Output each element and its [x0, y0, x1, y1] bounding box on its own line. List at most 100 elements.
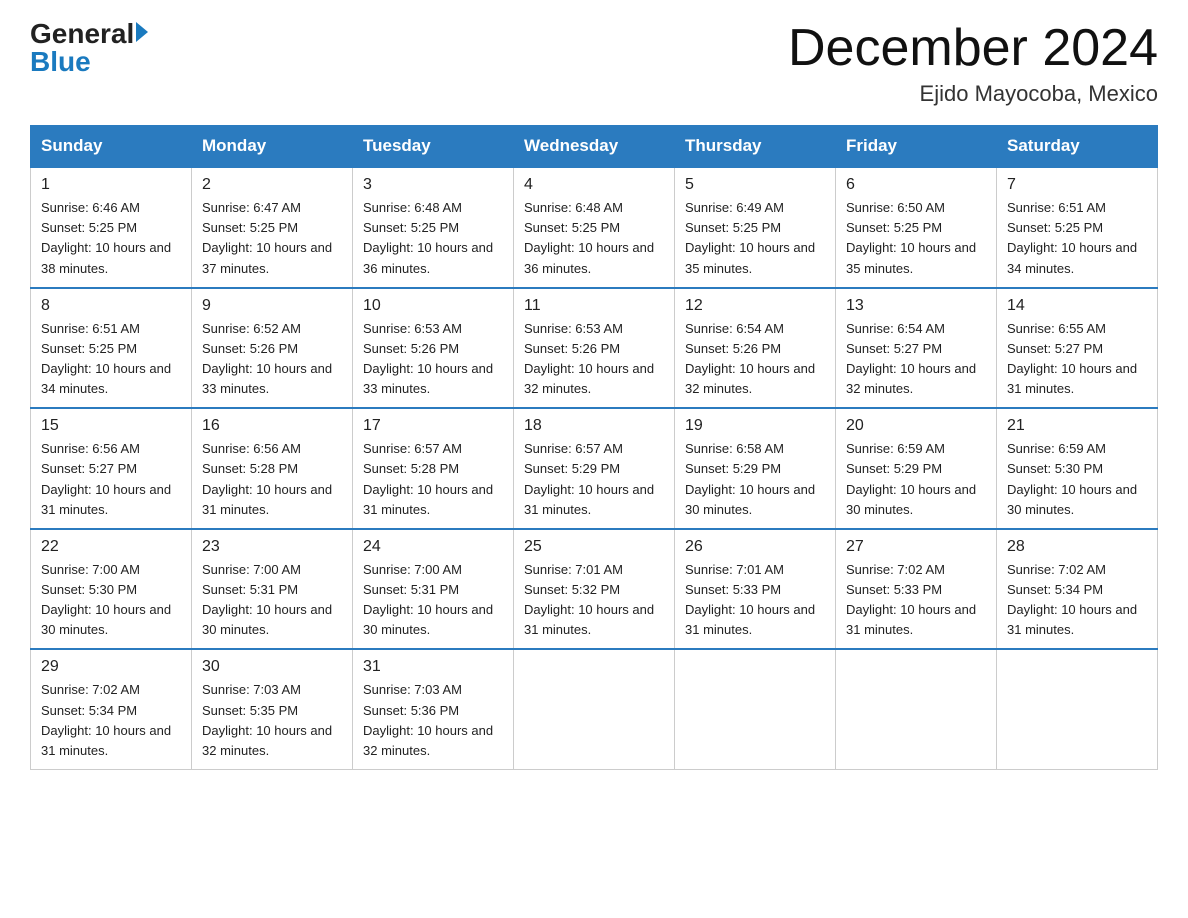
day-info: Sunrise: 6:59 AMSunset: 5:30 PMDaylight:…	[1007, 439, 1147, 520]
day-number: 11	[524, 297, 664, 315]
day-cell: 3 Sunrise: 6:48 AMSunset: 5:25 PMDayligh…	[353, 167, 514, 288]
day-number: 14	[1007, 297, 1147, 315]
day-number: 3	[363, 176, 503, 194]
day-cell: 9 Sunrise: 6:52 AMSunset: 5:26 PMDayligh…	[192, 288, 353, 409]
day-number: 24	[363, 538, 503, 556]
column-header-sunday: Sunday	[31, 126, 192, 168]
column-header-wednesday: Wednesday	[514, 126, 675, 168]
day-number: 5	[685, 176, 825, 194]
day-cell: 14 Sunrise: 6:55 AMSunset: 5:27 PMDaylig…	[997, 288, 1158, 409]
day-number: 16	[202, 417, 342, 435]
day-cell	[514, 649, 675, 769]
day-number: 10	[363, 297, 503, 315]
day-info: Sunrise: 7:03 AMSunset: 5:36 PMDaylight:…	[363, 680, 503, 761]
day-number: 15	[41, 417, 181, 435]
day-number: 27	[846, 538, 986, 556]
day-number: 19	[685, 417, 825, 435]
calendar-title: December 2024	[788, 20, 1158, 77]
day-cell: 6 Sunrise: 6:50 AMSunset: 5:25 PMDayligh…	[836, 167, 997, 288]
column-header-monday: Monday	[192, 126, 353, 168]
day-info: Sunrise: 6:57 AMSunset: 5:28 PMDaylight:…	[363, 439, 503, 520]
column-header-friday: Friday	[836, 126, 997, 168]
day-info: Sunrise: 6:53 AMSunset: 5:26 PMDaylight:…	[524, 319, 664, 400]
logo: General Blue	[30, 20, 148, 76]
day-cell: 18 Sunrise: 6:57 AMSunset: 5:29 PMDaylig…	[514, 408, 675, 529]
day-info: Sunrise: 6:56 AMSunset: 5:27 PMDaylight:…	[41, 439, 181, 520]
week-row-2: 8 Sunrise: 6:51 AMSunset: 5:25 PMDayligh…	[31, 288, 1158, 409]
day-cell: 31 Sunrise: 7:03 AMSunset: 5:36 PMDaylig…	[353, 649, 514, 769]
day-number: 30	[202, 658, 342, 676]
column-header-thursday: Thursday	[675, 126, 836, 168]
day-cell	[836, 649, 997, 769]
day-number: 6	[846, 176, 986, 194]
column-header-saturday: Saturday	[997, 126, 1158, 168]
day-info: Sunrise: 7:00 AMSunset: 5:31 PMDaylight:…	[363, 560, 503, 641]
day-cell: 20 Sunrise: 6:59 AMSunset: 5:29 PMDaylig…	[836, 408, 997, 529]
day-cell: 13 Sunrise: 6:54 AMSunset: 5:27 PMDaylig…	[836, 288, 997, 409]
day-cell: 28 Sunrise: 7:02 AMSunset: 5:34 PMDaylig…	[997, 529, 1158, 650]
day-number: 21	[1007, 417, 1147, 435]
day-cell: 11 Sunrise: 6:53 AMSunset: 5:26 PMDaylig…	[514, 288, 675, 409]
day-cell: 24 Sunrise: 7:00 AMSunset: 5:31 PMDaylig…	[353, 529, 514, 650]
title-block: December 2024 Ejido Mayocoba, Mexico	[788, 20, 1158, 107]
day-cell: 30 Sunrise: 7:03 AMSunset: 5:35 PMDaylig…	[192, 649, 353, 769]
day-cell: 5 Sunrise: 6:49 AMSunset: 5:25 PMDayligh…	[675, 167, 836, 288]
calendar-table: SundayMondayTuesdayWednesdayThursdayFrid…	[30, 125, 1158, 770]
header-row: SundayMondayTuesdayWednesdayThursdayFrid…	[31, 126, 1158, 168]
day-number: 12	[685, 297, 825, 315]
day-number: 29	[41, 658, 181, 676]
page-header: General Blue December 2024 Ejido Mayocob…	[30, 20, 1158, 107]
day-info: Sunrise: 6:48 AMSunset: 5:25 PMDaylight:…	[524, 198, 664, 279]
day-number: 13	[846, 297, 986, 315]
day-info: Sunrise: 6:51 AMSunset: 5:25 PMDaylight:…	[41, 319, 181, 400]
calendar-subtitle: Ejido Mayocoba, Mexico	[788, 81, 1158, 107]
day-cell: 1 Sunrise: 6:46 AMSunset: 5:25 PMDayligh…	[31, 167, 192, 288]
day-number: 4	[524, 176, 664, 194]
day-number: 26	[685, 538, 825, 556]
day-cell: 4 Sunrise: 6:48 AMSunset: 5:25 PMDayligh…	[514, 167, 675, 288]
day-number: 22	[41, 538, 181, 556]
day-cell	[675, 649, 836, 769]
day-info: Sunrise: 6:47 AMSunset: 5:25 PMDaylight:…	[202, 198, 342, 279]
day-info: Sunrise: 6:57 AMSunset: 5:29 PMDaylight:…	[524, 439, 664, 520]
day-cell: 10 Sunrise: 6:53 AMSunset: 5:26 PMDaylig…	[353, 288, 514, 409]
day-number: 2	[202, 176, 342, 194]
day-cell: 12 Sunrise: 6:54 AMSunset: 5:26 PMDaylig…	[675, 288, 836, 409]
day-info: Sunrise: 6:54 AMSunset: 5:26 PMDaylight:…	[685, 319, 825, 400]
day-number: 8	[41, 297, 181, 315]
day-cell: 23 Sunrise: 7:00 AMSunset: 5:31 PMDaylig…	[192, 529, 353, 650]
week-row-3: 15 Sunrise: 6:56 AMSunset: 5:27 PMDaylig…	[31, 408, 1158, 529]
day-cell: 16 Sunrise: 6:56 AMSunset: 5:28 PMDaylig…	[192, 408, 353, 529]
day-cell: 7 Sunrise: 6:51 AMSunset: 5:25 PMDayligh…	[997, 167, 1158, 288]
day-cell: 25 Sunrise: 7:01 AMSunset: 5:32 PMDaylig…	[514, 529, 675, 650]
day-number: 20	[846, 417, 986, 435]
day-number: 23	[202, 538, 342, 556]
day-info: Sunrise: 6:54 AMSunset: 5:27 PMDaylight:…	[846, 319, 986, 400]
day-cell: 22 Sunrise: 7:00 AMSunset: 5:30 PMDaylig…	[31, 529, 192, 650]
day-cell: 8 Sunrise: 6:51 AMSunset: 5:25 PMDayligh…	[31, 288, 192, 409]
day-number: 28	[1007, 538, 1147, 556]
day-number: 18	[524, 417, 664, 435]
day-cell: 27 Sunrise: 7:02 AMSunset: 5:33 PMDaylig…	[836, 529, 997, 650]
day-cell	[997, 649, 1158, 769]
day-info: Sunrise: 6:49 AMSunset: 5:25 PMDaylight:…	[685, 198, 825, 279]
day-cell: 2 Sunrise: 6:47 AMSunset: 5:25 PMDayligh…	[192, 167, 353, 288]
day-cell: 15 Sunrise: 6:56 AMSunset: 5:27 PMDaylig…	[31, 408, 192, 529]
day-number: 1	[41, 176, 181, 194]
day-number: 17	[363, 417, 503, 435]
day-info: Sunrise: 7:02 AMSunset: 5:34 PMDaylight:…	[1007, 560, 1147, 641]
logo-blue: Blue	[30, 48, 148, 76]
day-info: Sunrise: 6:53 AMSunset: 5:26 PMDaylight:…	[363, 319, 503, 400]
day-info: Sunrise: 7:00 AMSunset: 5:31 PMDaylight:…	[202, 560, 342, 641]
day-info: Sunrise: 6:50 AMSunset: 5:25 PMDaylight:…	[846, 198, 986, 279]
day-info: Sunrise: 6:59 AMSunset: 5:29 PMDaylight:…	[846, 439, 986, 520]
day-info: Sunrise: 7:03 AMSunset: 5:35 PMDaylight:…	[202, 680, 342, 761]
day-info: Sunrise: 6:48 AMSunset: 5:25 PMDaylight:…	[363, 198, 503, 279]
day-number: 9	[202, 297, 342, 315]
day-cell: 21 Sunrise: 6:59 AMSunset: 5:30 PMDaylig…	[997, 408, 1158, 529]
day-info: Sunrise: 6:51 AMSunset: 5:25 PMDaylight:…	[1007, 198, 1147, 279]
day-info: Sunrise: 7:01 AMSunset: 5:33 PMDaylight:…	[685, 560, 825, 641]
column-header-tuesday: Tuesday	[353, 126, 514, 168]
logo-general: General	[30, 20, 134, 48]
logo-arrow-icon	[136, 22, 148, 42]
